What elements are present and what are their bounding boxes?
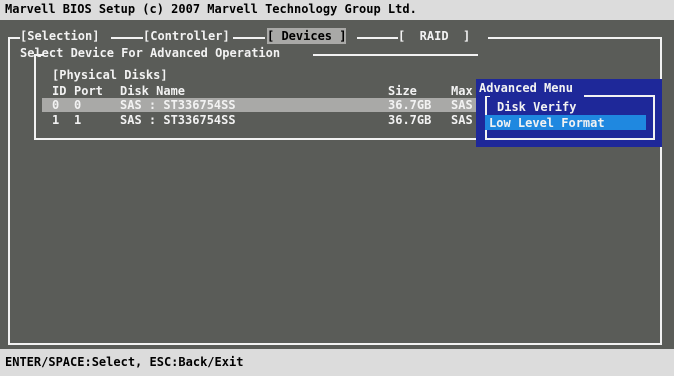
advanced-menu-title: Advanced Menu (479, 80, 573, 96)
panel-frame-line (313, 54, 478, 56)
row-id: 0 (52, 98, 60, 112)
menu-frame-line (584, 95, 655, 97)
status-text: ENTER/SPACE:Select, ESC:Back/Exit (5, 355, 244, 369)
row-port: 1 (74, 113, 82, 127)
row-max: SAS (451, 98, 473, 112)
tab-devices[interactable]: [ Devices ] (267, 28, 347, 44)
row-size: 36.7GB (388, 113, 432, 127)
frame-line (8, 37, 10, 345)
frame-line (357, 37, 398, 39)
menu-item-label: Low Level Format (489, 116, 605, 130)
panel-frame-line (34, 54, 36, 140)
bios-screen: Marvell BIOS Setup (c) 2007 Marvell Tech… (0, 0, 674, 376)
row-disk-name: SAS : ST336754SS (120, 113, 236, 127)
row-disk-name: SAS : ST336754SS (120, 98, 236, 112)
panel-heading: Select Device For Advanced Operation (20, 46, 281, 60)
title-bar: Marvell BIOS Setup (c) 2007 Marvell Tech… (0, 0, 674, 20)
physical-disks-heading: [Physical Disks] (52, 68, 168, 82)
menu-item-disk-verify[interactable]: Disk Verify (497, 99, 576, 115)
frame-line (233, 37, 265, 39)
row-port: 0 (74, 98, 82, 112)
frame-line (111, 37, 143, 39)
row-size: 36.7GB (388, 98, 432, 112)
row-max: SAS (451, 113, 473, 127)
frame-line (8, 343, 662, 345)
menu-frame-line (485, 138, 655, 140)
tab-raid[interactable]: [ RAID ] (398, 28, 471, 44)
status-bar: ENTER/SPACE:Select, ESC:Back/Exit (0, 349, 674, 376)
frame-line (488, 37, 662, 39)
panel-frame-line (34, 138, 478, 140)
app-title: Marvell BIOS Setup (c) 2007 Marvell Tech… (5, 2, 417, 16)
tab-controller[interactable]: [Controller] (143, 28, 230, 44)
tab-selection[interactable]: [Selection] (20, 28, 100, 44)
row-id: 1 (52, 113, 60, 127)
menu-frame-line (653, 95, 655, 140)
